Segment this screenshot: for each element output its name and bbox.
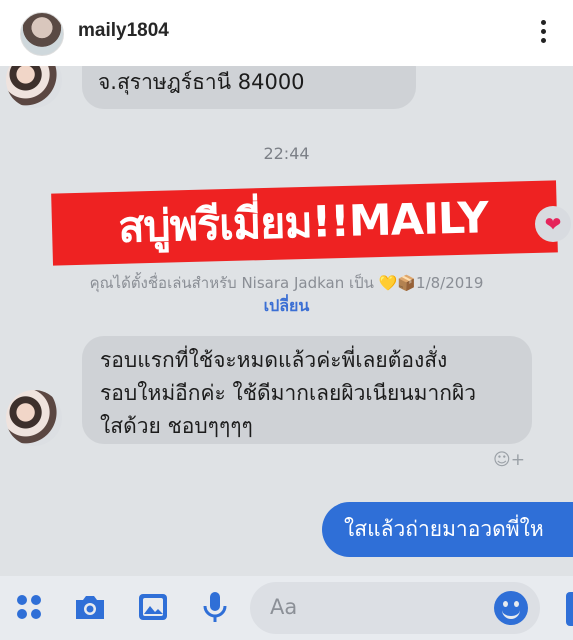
- outgoing-message[interactable]: ใสแล้วถ่ายมาอวดพี่ให: [322, 502, 573, 557]
- microphone-icon[interactable]: [198, 590, 232, 624]
- camera-icon[interactable]: [73, 590, 107, 624]
- more-vertical-icon[interactable]: [539, 20, 547, 46]
- message-thread[interactable]: จ.สุราษฎร์ธานี 84000 22:44 สบู่พรีเมี่ยม…: [0, 66, 573, 576]
- like-button-edge[interactable]: [566, 592, 573, 626]
- chat-header: maily1804: [0, 0, 573, 66]
- message-input[interactable]: Aa: [250, 582, 540, 634]
- incoming-message-address[interactable]: จ.สุราษฎร์ธานี 84000: [82, 66, 416, 109]
- emoji-icon[interactable]: [494, 591, 528, 625]
- address-text: จ.สุราษฎร์ธานี 84000: [98, 70, 305, 94]
- message-line-1: รอบแรกที่ใช้จะหมดแล้วค่ะพี่เลยต้องสั่ง: [100, 348, 448, 372]
- header-username[interactable]: maily1804: [78, 20, 169, 42]
- apps-icon[interactable]: [12, 590, 46, 624]
- message-line-2: รอบใหม่อีกค่ะ ใช้ดีมากเลยผิวเนียนมากผิว: [100, 381, 477, 405]
- contact-avatar: [6, 390, 62, 446]
- heart-reaction-icon: ❤: [535, 206, 571, 242]
- change-nickname-link[interactable]: เปลี่ยน: [0, 294, 573, 319]
- gallery-icon[interactable]: [136, 590, 170, 624]
- header-avatar[interactable]: [20, 12, 64, 56]
- incoming-message-review[interactable]: รอบแรกที่ใช้จะหมดแล้วค่ะพี่เลยต้องสั่ง ร…: [82, 336, 532, 444]
- message-line-3: ใสด้วย ชอบๆๆๆๆ: [100, 414, 253, 438]
- nickname-notice: คุณได้ตั้งชื่อเล่นสำหรับ Nisara Jadkan เ…: [89, 274, 484, 292]
- message-input-placeholder: Aa: [270, 595, 298, 619]
- timestamp: 22:44: [263, 144, 310, 163]
- contact-avatar-top: [6, 66, 62, 108]
- message-composer: Aa: [0, 576, 573, 640]
- add-reaction-icon[interactable]: ☺+: [489, 446, 529, 474]
- promo-banner-text: สบู่พรีเมี่ยม!!MAILY: [117, 193, 489, 253]
